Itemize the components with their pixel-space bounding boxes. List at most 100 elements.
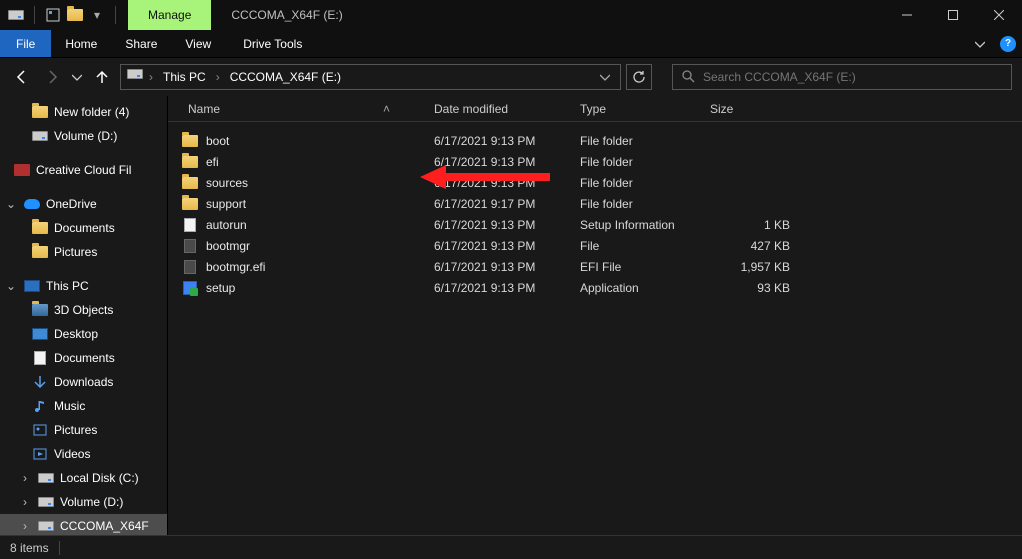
address-dropdown-icon[interactable] bbox=[596, 72, 614, 82]
file-row[interactable]: efi6/17/2021 9:13 PMFile folder bbox=[168, 151, 1022, 172]
chevron-right-icon[interactable]: › bbox=[149, 70, 153, 84]
folder-icon bbox=[182, 154, 198, 170]
tree-label: Pictures bbox=[54, 423, 97, 437]
chevron-right-icon[interactable]: › bbox=[20, 495, 30, 509]
nav-up-button[interactable] bbox=[90, 65, 114, 89]
tree-item-music[interactable]: Music bbox=[0, 394, 167, 418]
folder-icon bbox=[32, 104, 48, 120]
close-button[interactable] bbox=[976, 0, 1022, 30]
maximize-button[interactable] bbox=[930, 0, 976, 30]
file-date: 6/17/2021 9:13 PM bbox=[424, 134, 570, 148]
properties-icon[interactable] bbox=[45, 7, 61, 23]
nav-forward-button[interactable] bbox=[40, 65, 64, 89]
folder-icon bbox=[32, 302, 48, 318]
file-date: 6/17/2021 9:13 PM bbox=[424, 155, 570, 169]
file-name: autorun bbox=[206, 218, 247, 232]
tree-label: Creative Cloud Fil bbox=[36, 163, 131, 177]
file-dark-icon bbox=[182, 259, 198, 275]
ribbon-context-tab[interactable]: Manage bbox=[128, 0, 211, 30]
file-row[interactable]: autorun6/17/2021 9:13 PMSetup Informatio… bbox=[168, 214, 1022, 235]
search-box[interactable] bbox=[672, 64, 1012, 90]
folder-icon bbox=[182, 133, 198, 149]
tree-item-creativecloud[interactable]: Creative Cloud Fil bbox=[0, 158, 167, 182]
folder-icon bbox=[182, 196, 198, 212]
drive-icon bbox=[127, 69, 143, 85]
nav-recent-dropdown[interactable] bbox=[70, 65, 84, 89]
ribbon-drivetools-tab[interactable]: Drive Tools bbox=[229, 30, 316, 57]
file-list[interactable]: boot6/17/2021 9:13 PMFile folderefi6/17/… bbox=[168, 122, 1022, 298]
tree-item-localdisk-c[interactable]: ›Local Disk (C:) bbox=[0, 466, 167, 490]
breadcrumb-current[interactable]: CCCOMA_X64F (E:) bbox=[226, 70, 345, 84]
file-row[interactable]: bootmgr6/17/2021 9:13 PMFile427 KB bbox=[168, 235, 1022, 256]
tree-label: New folder (4) bbox=[54, 105, 129, 119]
column-size[interactable]: Size bbox=[700, 102, 800, 116]
file-row[interactable]: boot6/17/2021 9:13 PMFile folder bbox=[168, 130, 1022, 151]
tree-item-pictures[interactable]: Pictures bbox=[0, 240, 167, 264]
file-row[interactable]: sources6/17/2021 9:13 PMFile folder bbox=[168, 172, 1022, 193]
file-size: 1,957 KB bbox=[700, 260, 800, 274]
file-name: setup bbox=[206, 281, 235, 295]
ribbon-expand-button[interactable] bbox=[966, 30, 994, 57]
ribbon-view-tab[interactable]: View bbox=[171, 30, 225, 57]
tree-item-pictures2[interactable]: Pictures bbox=[0, 418, 167, 442]
tree-label: Pictures bbox=[54, 245, 97, 259]
tree-item-volume-d2[interactable]: › Volume (D:) bbox=[0, 490, 167, 514]
tree-label: Volume (D:) bbox=[60, 495, 123, 509]
ribbon-file-tab[interactable]: File bbox=[0, 30, 51, 57]
tree-item-cccoma[interactable]: › CCCOMA_X64F bbox=[0, 514, 167, 535]
tree-item-downloads[interactable]: Downloads bbox=[0, 370, 167, 394]
chevron-right-icon[interactable]: › bbox=[20, 519, 30, 533]
file-row[interactable]: setup6/17/2021 9:13 PMApplication93 KB bbox=[168, 277, 1022, 298]
tree-item-videos[interactable]: Videos bbox=[0, 442, 167, 466]
tree-label: OneDrive bbox=[46, 197, 97, 211]
file-row[interactable]: support6/17/2021 9:17 PMFile folder bbox=[168, 193, 1022, 214]
chevron-right-icon[interactable]: › bbox=[20, 471, 30, 485]
videos-icon bbox=[32, 446, 48, 462]
drive-icon bbox=[8, 7, 24, 23]
file-size: 1 KB bbox=[700, 218, 800, 232]
file-name: bootmgr bbox=[206, 239, 250, 253]
tree-item-documents[interactable]: Documents bbox=[0, 216, 167, 240]
file-icon bbox=[182, 217, 198, 233]
file-name: support bbox=[206, 197, 246, 211]
folder-icon[interactable] bbox=[67, 7, 83, 23]
minimize-button[interactable] bbox=[884, 0, 930, 30]
tree-label: Videos bbox=[54, 447, 90, 461]
file-size: 427 KB bbox=[700, 239, 800, 253]
search-icon bbox=[681, 69, 695, 86]
nav-back-button[interactable] bbox=[10, 65, 34, 89]
tree-item-thispc[interactable]: ⌄This PC bbox=[0, 274, 167, 298]
file-type: EFI File bbox=[570, 260, 700, 274]
help-button[interactable]: ? bbox=[994, 30, 1022, 57]
file-type: Application bbox=[570, 281, 700, 295]
documents-icon bbox=[32, 350, 48, 366]
qat-dropdown-icon[interactable]: ▾ bbox=[89, 7, 105, 23]
file-type: File folder bbox=[570, 176, 700, 190]
column-date[interactable]: Date modified bbox=[424, 102, 570, 116]
breadcrumb-root[interactable]: This PC bbox=[159, 70, 210, 84]
folder-icon bbox=[32, 220, 48, 236]
chevron-right-icon[interactable]: › bbox=[216, 70, 220, 84]
file-type: File folder bbox=[570, 134, 700, 148]
tree-item-documents2[interactable]: Documents bbox=[0, 346, 167, 370]
chevron-down-icon[interactable]: ⌄ bbox=[6, 279, 16, 293]
tree-item-onedrive[interactable]: ⌄ OneDrive bbox=[0, 192, 167, 216]
column-name[interactable]: Name˄ bbox=[178, 102, 424, 116]
navigation-tree[interactable]: New folder (4) Volume (D:) Creative Clou… bbox=[0, 96, 168, 535]
tree-item-3dobjects[interactable]: 3D Objects bbox=[0, 298, 167, 322]
ribbon-share-tab[interactable]: Share bbox=[111, 30, 171, 57]
address-bar[interactable]: › This PC › CCCOMA_X64F (E:) bbox=[120, 64, 621, 90]
column-headers[interactable]: Name˄ Date modified Type Size bbox=[168, 96, 1022, 122]
search-input[interactable] bbox=[703, 70, 1003, 84]
chevron-down-icon[interactable]: ⌄ bbox=[6, 197, 16, 211]
column-type[interactable]: Type bbox=[570, 102, 700, 116]
file-row[interactable]: bootmgr.efi6/17/2021 9:13 PMEFI File1,95… bbox=[168, 256, 1022, 277]
downloads-icon bbox=[32, 374, 48, 390]
ribbon-home-tab[interactable]: Home bbox=[51, 30, 111, 57]
tree-item-newfolder[interactable]: New folder (4) bbox=[0, 100, 167, 124]
tree-item-volume-d[interactable]: Volume (D:) bbox=[0, 124, 167, 148]
tree-item-desktop[interactable]: Desktop bbox=[0, 322, 167, 346]
tree-label: 3D Objects bbox=[54, 303, 113, 317]
tree-label: CCCOMA_X64F bbox=[60, 519, 149, 533]
refresh-button[interactable] bbox=[626, 64, 652, 90]
